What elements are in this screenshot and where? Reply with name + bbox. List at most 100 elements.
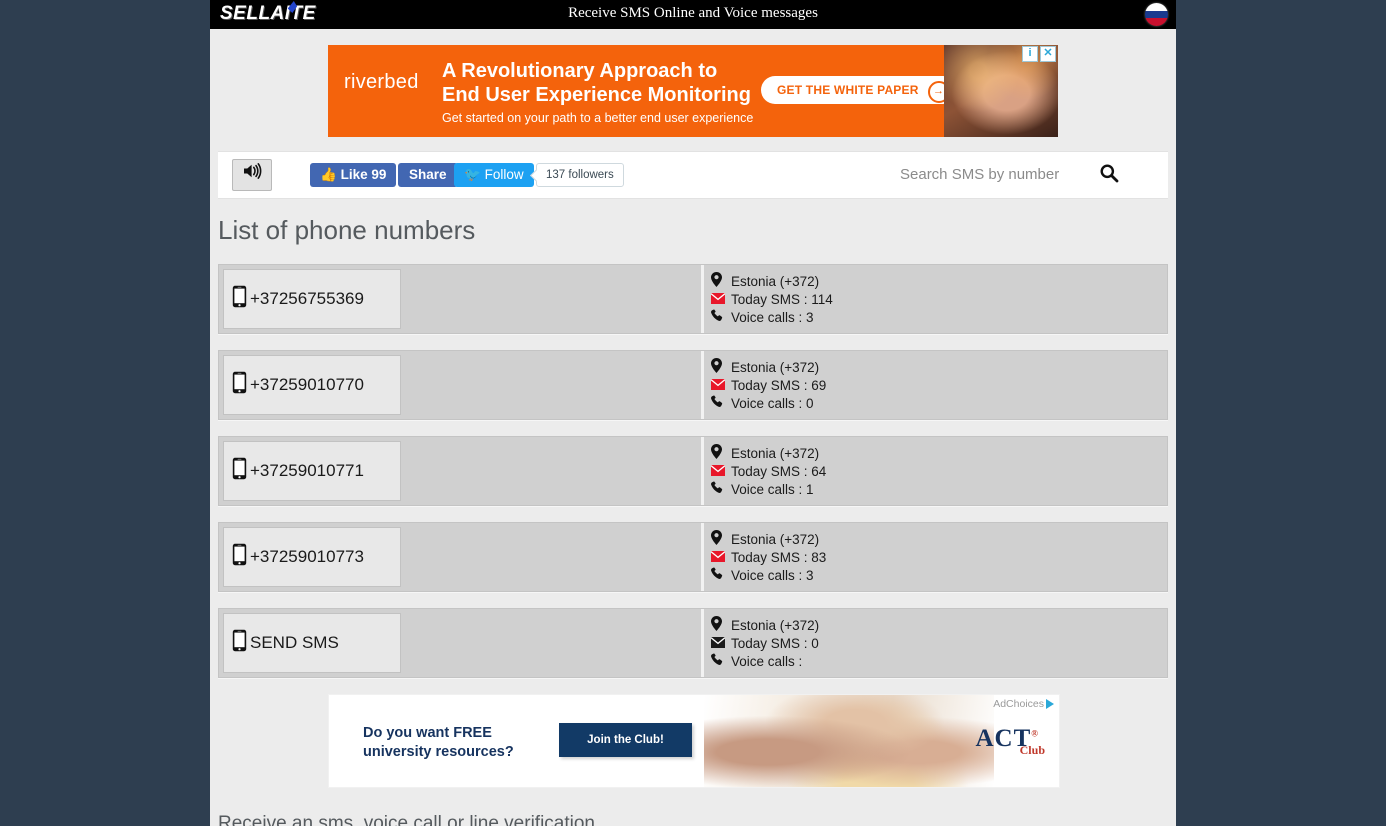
thumbs-up-icon: 👍 xyxy=(320,167,337,182)
row-info-panel: Estonia (+372) Today SMS : 64 Voice calls … xyxy=(710,444,827,499)
phone-number-list: +37256755369 Estonia (+372) Today SMS : 11… xyxy=(218,264,1168,678)
bottom-ad-photo xyxy=(704,695,994,787)
envelope-icon xyxy=(710,463,731,481)
ad-cta-label: GET THE WHITE PAPER xyxy=(777,83,919,97)
envelope-icon xyxy=(710,549,731,567)
adchoices-triangle-icon xyxy=(1046,699,1054,709)
country-label: Estonia (+372) xyxy=(731,618,820,633)
mobile-phone-icon xyxy=(232,457,247,485)
twitter-bird-icon: 🐦 xyxy=(464,167,481,182)
site-tagline: Receive SMS Online and Voice messages xyxy=(568,5,818,21)
mobile-phone-icon xyxy=(232,543,247,571)
sms-count-label: Today SMS : 114 xyxy=(731,292,833,307)
registered-icon: ® xyxy=(1031,728,1039,739)
row-divider xyxy=(701,437,704,505)
sms-count-line: Today SMS : 69 xyxy=(710,377,827,395)
phone-number-button[interactable]: +37259010771 xyxy=(223,441,401,501)
phone-number-button[interactable]: +37256755369 xyxy=(223,269,401,329)
facebook-like-button[interactable]: 👍 Like 99 xyxy=(310,163,397,187)
twitter-follow-label: Follow xyxy=(484,167,524,182)
search-input[interactable] xyxy=(898,160,1090,188)
adchoices-badge[interactable]: AdChoices xyxy=(993,698,1054,710)
voice-call-line: Voice calls : 1 xyxy=(711,481,826,499)
phone-handset-icon xyxy=(711,653,731,671)
row-info-panel: Estonia (+372) Today SMS : 0 Voice calls : xyxy=(710,616,820,671)
facebook-like-label: Like 99 xyxy=(340,167,387,182)
phone-number-button[interactable]: SEND SMS xyxy=(223,613,401,673)
country-label: Estonia (+372) xyxy=(731,446,820,461)
sms-count-line: Today SMS : 83 xyxy=(710,549,827,567)
sms-count-label: Today SMS : 64 xyxy=(731,464,827,479)
page-container: SELLAITE Receive SMS Online and Voice me… xyxy=(210,0,1176,826)
sms-count-label: Today SMS : 0 xyxy=(731,636,819,651)
row-divider xyxy=(701,265,704,333)
table-row[interactable]: +37256755369 Estonia (+372) Today SMS : 11… xyxy=(218,264,1168,334)
sms-count-label: Today SMS : 83 xyxy=(731,550,827,565)
table-row[interactable]: +37259010771 Estonia (+372) Today SMS : 64… xyxy=(218,436,1168,506)
phone-handset-icon xyxy=(711,395,731,413)
envelope-icon xyxy=(710,377,731,395)
voice-call-label: Voice calls : 3 xyxy=(731,568,814,583)
country-label: Estonia (+372) xyxy=(731,360,820,375)
mobile-phone-icon xyxy=(232,371,247,399)
voice-call-label: Voice calls : 0 xyxy=(731,396,814,411)
ad-close-icon[interactable]: ✕ xyxy=(1040,46,1056,62)
footer-heading: Receive an sms, voice call or line verif… xyxy=(218,813,595,826)
ad-badges: i ✕ xyxy=(1022,46,1056,62)
location-pin-icon xyxy=(711,272,731,292)
riverbed-ad-banner[interactable]: riverbed A Revolutionary Approach to End… xyxy=(328,45,1058,137)
country-line: Estonia (+372) xyxy=(711,530,826,549)
country-line: Estonia (+372) xyxy=(711,616,820,636)
sms-count-line: Today SMS : 64 xyxy=(710,463,827,481)
voice-call-line: Voice calls : xyxy=(711,653,819,671)
facebook-share-button[interactable]: Share xyxy=(398,163,458,187)
phone-number-button[interactable]: +37259010773 xyxy=(223,527,401,587)
phone-number-label: +37259010770 xyxy=(250,375,364,394)
voice-call-label: Voice calls : 3 xyxy=(731,310,814,325)
twitter-followers-count[interactable]: 137 followers xyxy=(536,163,624,187)
ad-subheadline: Get started on your path to a better end… xyxy=(442,111,754,125)
row-divider xyxy=(701,523,704,591)
social-toolbar: 👍 Like 99 Share 🐦 Follow 137 followers xyxy=(218,151,1168,199)
envelope-icon xyxy=(710,291,731,309)
row-info-panel: Estonia (+372) Today SMS : 69 Voice calls … xyxy=(710,358,827,413)
bottom-ad-headline: Do you want FREE university resources? xyxy=(363,725,514,760)
row-divider xyxy=(701,351,704,419)
country-label: Estonia (+372) xyxy=(731,274,820,289)
phone-number-label: +37259010771 xyxy=(250,461,364,480)
phone-number-button[interactable]: +37259010770 xyxy=(223,355,401,415)
row-divider xyxy=(701,609,704,677)
phone-number-label: +37256755369 xyxy=(250,289,364,308)
voice-call-label: Voice calls : xyxy=(731,654,803,669)
bottom-ad-cta-button[interactable]: Join the Club! xyxy=(559,723,692,757)
mobile-phone-icon xyxy=(232,629,247,657)
country-line: Estonia (+372) xyxy=(711,444,826,463)
ad-cta-button[interactable]: GET THE WHITE PAPER → xyxy=(761,76,957,104)
page-title: List of phone numbers xyxy=(218,215,476,245)
ad-headline: A Revolutionary Approach to End User Exp… xyxy=(442,60,751,106)
table-row[interactable]: SEND SMS Estonia (+372) Today SMS : 0 Voice… xyxy=(218,608,1168,678)
row-info-panel: Estonia (+372) Today SMS : 83 Voice calls … xyxy=(710,530,827,585)
country-label: Estonia (+372) xyxy=(731,532,820,547)
twitter-follow-button[interactable]: 🐦 Follow xyxy=(454,163,534,187)
ad-brand-label: riverbed xyxy=(344,71,419,93)
location-pin-icon xyxy=(711,358,731,378)
phone-number-label: SEND SMS xyxy=(250,633,339,652)
bottom-ad-slot: Do you want FREE university resources? J… xyxy=(210,694,1176,788)
ad-info-icon[interactable]: i xyxy=(1022,46,1038,62)
country-line: Estonia (+372) xyxy=(711,272,833,292)
voice-call-label: Voice calls : 1 xyxy=(731,482,814,497)
table-row[interactable]: +37259010773 Estonia (+372) Today SMS : 83… xyxy=(218,522,1168,592)
russia-flag-icon[interactable] xyxy=(1145,3,1168,26)
row-info-panel: Estonia (+372) Today SMS : 114 Voice calls… xyxy=(710,272,833,327)
phone-handset-icon xyxy=(711,481,731,499)
voice-call-line: Voice calls : 0 xyxy=(711,395,826,413)
browser-viewport: SELLAITE Receive SMS Online and Voice me… xyxy=(0,0,1386,826)
sms-count-label: Today SMS : 69 xyxy=(731,378,827,393)
search-icon[interactable] xyxy=(1098,163,1120,185)
speaker-icon[interactable] xyxy=(232,159,272,191)
location-pin-icon xyxy=(711,616,731,636)
table-row[interactable]: +37259010770 Estonia (+372) Today SMS : 69… xyxy=(218,350,1168,420)
phone-number-label: +37259010773 xyxy=(250,547,364,566)
act-club-ad-banner[interactable]: Do you want FREE university resources? J… xyxy=(328,694,1060,788)
